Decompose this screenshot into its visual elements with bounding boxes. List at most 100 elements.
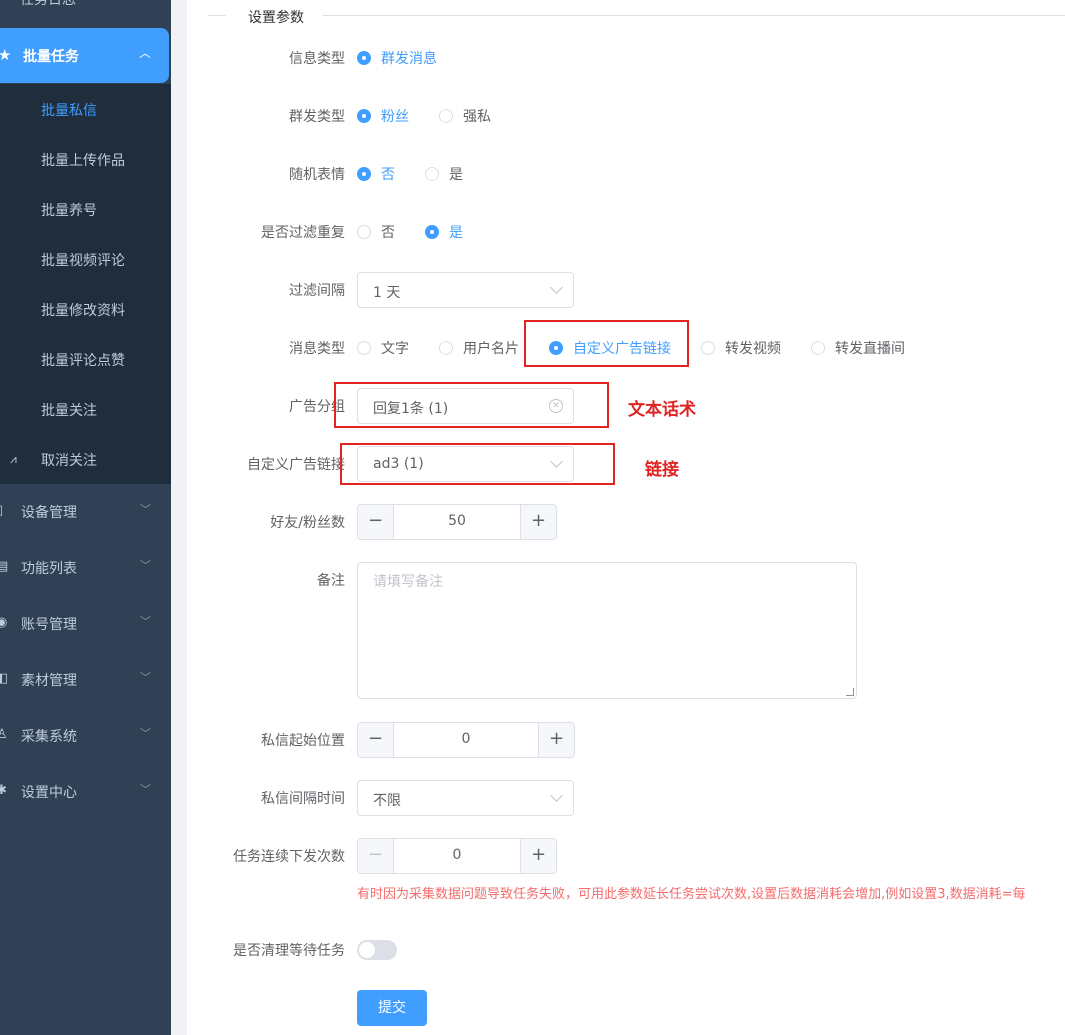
filter-interval-label: 过滤间隔 — [289, 283, 345, 299]
sidebar-group-device[interactable]: ▯ 设备管理 ﹀ — [0, 484, 171, 540]
sidebar-group-materials[interactable]: ◧ 素材管理 ﹀ — [0, 652, 171, 708]
resize-grip-icon[interactable] — [846, 688, 854, 696]
phone-icon: ▯ — [0, 503, 3, 518]
random-emoji-label: 随机表情 — [289, 167, 345, 183]
sidebar-group-label: 批量任务 — [23, 49, 79, 65]
radio-dot — [357, 341, 371, 355]
fieldset-legend: 设置参数 — [248, 10, 304, 26]
sidebar-group-label: 采集系统 — [21, 729, 77, 745]
fieldset-border — [208, 15, 226, 16]
radio-filter-repeat-no[interactable]: 否 — [357, 222, 395, 242]
radio-message-type-forward-video[interactable]: 转发视频 — [701, 338, 781, 358]
radio-dot — [811, 341, 825, 355]
sidebar-item-batch-dm[interactable]: 批量私信 — [41, 100, 97, 120]
sidebar-item-batch-follow[interactable]: 批量关注 — [41, 400, 97, 420]
box-icon: ◧ — [0, 671, 9, 686]
radio-mass-type-fans[interactable]: 粉丝 — [357, 106, 409, 126]
radio-dot — [439, 341, 453, 355]
sidebar-group-batch-tasks[interactable]: ★ 批量任务 ︿ — [0, 28, 169, 83]
dm-start-pos-label: 私信起始位置 — [261, 733, 345, 749]
sidebar-group-label: 素材管理 — [21, 673, 77, 689]
annotation-link: 链接 — [645, 460, 679, 480]
radio-label: 否 — [381, 167, 395, 183]
remark-textarea[interactable]: 请填写备注 — [357, 562, 857, 699]
custom-ad-link-label: 自定义广告链接 — [247, 457, 345, 473]
minus-icon[interactable]: − — [358, 723, 394, 757]
dm-start-pos-stepper[interactable]: − 0 + — [357, 722, 575, 758]
radio-message-type-card[interactable]: 用户名片 — [439, 338, 519, 358]
radio-dot — [357, 51, 371, 65]
stepper-value[interactable]: 50 — [394, 513, 520, 529]
user-icon: ◉ — [0, 615, 8, 630]
sidebar-group-accounts[interactable]: ◉ 账号管理 ﹀ — [0, 596, 171, 652]
sidebar-item-batch-video-comment[interactable]: 批量视频评论 — [41, 250, 125, 270]
sidebar-item-batch-edit-profile[interactable]: 批量修改资料 — [41, 300, 125, 320]
sidebar-item-batch-upload[interactable]: 批量上传作品 — [41, 150, 125, 170]
sidebar-item-task-log[interactable]: 任务日志 — [0, 0, 171, 12]
radio-label: 粉丝 — [381, 109, 409, 125]
radio-label: 是 — [449, 167, 463, 183]
task-repeat-stepper[interactable]: − 0 + — [357, 838, 557, 874]
highlight-box-custom-link — [340, 443, 615, 485]
fieldset-border — [323, 15, 1065, 16]
sidebar-group-settings[interactable]: ✱ 设置中心 ﹀ — [0, 764, 171, 820]
plus-icon[interactable]: + — [520, 505, 556, 539]
plus-icon[interactable]: + — [538, 723, 574, 757]
radio-label: 群发消息 — [381, 51, 437, 67]
mass-type-label: 群发类型 — [289, 109, 345, 125]
radio-random-emoji-no[interactable]: 否 — [357, 164, 395, 184]
radio-label: 转发直播间 — [835, 341, 905, 357]
chevron-down-icon: ﹀ — [140, 671, 151, 684]
sidebar-group-label: 功能列表 — [21, 561, 77, 577]
radio-label: 强私 — [463, 109, 491, 125]
sidebar: 任务日志 ★ 批量任务 ︿ 批量私信 批量上传作品 批量养号 批量视频评论 批量… — [0, 0, 171, 1035]
friend-fans-count-stepper[interactable]: − 50 + — [357, 504, 557, 540]
radio-dot — [357, 225, 371, 239]
radio-dot — [425, 225, 439, 239]
radio-random-emoji-yes[interactable]: 是 — [425, 164, 463, 184]
chevron-down-icon: ﹀ — [140, 559, 151, 572]
sidebar-item-batch-nurture[interactable]: 批量养号 — [41, 200, 97, 220]
clear-waiting-switch[interactable] — [357, 940, 397, 960]
sidebar-item-unfollow[interactable]: 取消关注 — [41, 450, 97, 470]
filter-interval-select[interactable]: 1 天 — [357, 272, 574, 308]
radio-info-type-mass[interactable]: 群发消息 — [357, 48, 437, 68]
radio-message-type-forward-live[interactable]: 转发直播间 — [811, 338, 905, 358]
sidebar-group-functions[interactable]: ▤ 功能列表 ﹀ — [0, 540, 171, 596]
radio-dot — [357, 109, 371, 123]
chevron-down-icon: ﹀ — [140, 783, 151, 796]
dm-interval-select[interactable]: 不限 — [357, 780, 574, 816]
select-value: 不限 — [373, 793, 401, 809]
plus-icon[interactable]: + — [520, 839, 556, 873]
minus-icon[interactable]: − — [358, 839, 394, 873]
radio-dot — [357, 167, 371, 181]
submit-button[interactable]: 提交 — [357, 990, 427, 1026]
radio-label: 文字 — [381, 341, 409, 357]
chevron-down-icon: ﹀ — [140, 727, 151, 740]
gear-icon: ✱ — [0, 783, 7, 798]
textarea-placeholder: 请填写备注 — [373, 574, 443, 590]
radio-filter-repeat-yes[interactable]: 是 — [425, 222, 463, 242]
submenu-background — [0, 84, 171, 484]
radio-mass-type-strong[interactable]: 强私 — [439, 106, 491, 126]
switch-knob — [359, 942, 375, 958]
clear-waiting-label: 是否清理等待任务 — [233, 943, 345, 959]
chevron-down-icon — [550, 281, 563, 294]
chevron-down-icon: ﹀ — [140, 615, 151, 628]
stepper-value[interactable]: 0 — [394, 731, 538, 747]
info-type-label: 信息类型 — [289, 51, 345, 67]
minus-icon[interactable]: − — [358, 505, 394, 539]
annotation-text-script: 文本话术 — [628, 400, 696, 420]
list-icon: ▤ — [0, 559, 9, 574]
sidebar-group-collection[interactable]: ♙ 采集系统 ﹀ — [0, 708, 171, 764]
highlight-box-ad-group — [334, 382, 609, 428]
radio-dot — [439, 109, 453, 123]
sidebar-group-label: 设置中心 — [21, 785, 77, 801]
main-panel: 设置参数 信息类型 群发消息 群发类型 粉丝 强私 随机表情 否 是 是否过滤重… — [187, 0, 1065, 1035]
chevron-down-icon: ﹀ — [140, 503, 151, 516]
radio-message-type-text[interactable]: 文字 — [357, 338, 409, 358]
stepper-value[interactable]: 0 — [394, 847, 520, 863]
remark-label: 备注 — [317, 573, 345, 589]
sidebar-item-batch-comment-like[interactable]: 批量评论点赞 — [41, 350, 125, 370]
star-icon: ★ — [0, 46, 12, 64]
